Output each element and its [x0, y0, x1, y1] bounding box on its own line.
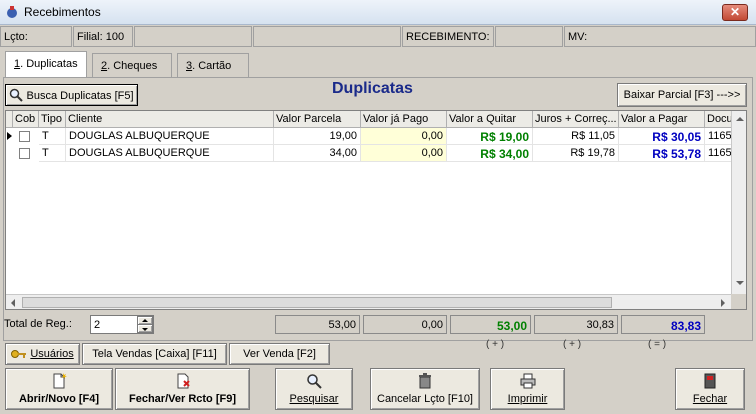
trash-icon [419, 373, 431, 389]
exit-door-icon [704, 373, 716, 389]
scroll-up-icon[interactable] [736, 117, 744, 121]
abrir-novo-button[interactable]: Abrir/Novo [F4] [5, 368, 113, 410]
scroll-left-icon[interactable] [11, 299, 15, 307]
column-header-juros[interactable]: Juros + Correç... [533, 111, 619, 128]
vertical-scrollbar[interactable] [731, 111, 746, 294]
column-header-cob[interactable]: Cob [13, 111, 39, 128]
cell-tipo: T [39, 128, 66, 145]
current-row-indicator-icon [7, 132, 12, 140]
cell-cliente: DOUGLAS ALBUQUERQUE [66, 128, 274, 145]
stepper-down-button[interactable] [137, 324, 153, 333]
sign-plus: ( + ) [486, 339, 505, 350]
total-registros-stepper[interactable]: 2 [90, 315, 154, 334]
abrir-novo-label: Abrir/Novo [F4] [18, 393, 100, 405]
total-registros-label: Total de Reg.: [4, 318, 72, 330]
cell-juros: R$ 11,05 [533, 128, 619, 145]
cell-valor-pagar: R$ 53,78 [619, 145, 705, 162]
printer-icon [520, 373, 535, 389]
scroll-right-icon[interactable] [721, 299, 725, 307]
busca-duplicatas-label: Busca Duplicatas [F5] [26, 90, 134, 102]
title-bar: Recebimentos ✕ [0, 0, 756, 25]
tab-label: . Cartão [192, 60, 232, 72]
pesquisar-label: Pesquisar [289, 393, 339, 405]
busca-duplicatas-button[interactable]: Busca Duplicatas [F5] [5, 84, 138, 106]
cell-valor-pagar: R$ 30,05 [619, 128, 705, 145]
tab-label: . Duplicatas [20, 58, 78, 70]
lcto-value-field [134, 26, 252, 47]
cell-tipo: T [39, 145, 66, 162]
pesquisar-button[interactable]: Pesquisar [275, 368, 353, 410]
lcto-label: Lçto: [0, 26, 72, 47]
fechar-ver-rcto-label: Fechar/Ver Rcto [F9] [129, 393, 236, 405]
total-valor-quitar: 53,00 [450, 315, 531, 334]
tab-cheques[interactable]: 2. Cheques [92, 53, 172, 77]
chevron-down-icon [142, 328, 148, 331]
chevron-up-icon [142, 319, 148, 322]
sign-equal: ( = ) [648, 339, 667, 350]
imprimir-button[interactable]: Imprimir [490, 368, 565, 410]
cell-valor-pago[interactable]: 0,00 [361, 128, 447, 145]
cell-valor-pago[interactable]: 0,00 [361, 145, 447, 162]
column-header-cliente[interactable]: Cliente [66, 111, 274, 128]
total-valor-pago: 0,00 [363, 315, 447, 334]
row-checkbox[interactable] [19, 131, 30, 142]
filial-label: Filial: 100 [73, 26, 133, 47]
column-header-valor-pagar[interactable]: Valor a Pagar [619, 111, 705, 128]
tela-vendas-button[interactable]: Tela Vendas [Caixa] [F11] [82, 343, 227, 365]
magnifier-icon [10, 88, 24, 102]
cell-cliente: DOUGLAS ALBUQUERQUE [66, 145, 274, 162]
info-bar: Lçto: Filial: 100 RECEBIMENTO: MV: [0, 26, 756, 48]
scrollbar-thumb[interactable] [22, 297, 612, 308]
cancelar-lcto-button[interactable]: Cancelar Lçto [F10] [370, 368, 480, 410]
header-indicator [6, 111, 13, 128]
column-header-valor-pago[interactable]: Valor já Pago [361, 111, 447, 128]
close-window-button[interactable]: ✕ [722, 4, 748, 21]
column-header-valor-parcela[interactable]: Valor Parcela [274, 111, 361, 128]
fechar-label: Fechar [692, 393, 728, 405]
usuarios-button[interactable]: Usuários [5, 343, 80, 365]
info-empty-field [253, 26, 401, 47]
app-icon [7, 6, 17, 18]
cell-juros: R$ 19,78 [533, 145, 619, 162]
table-row[interactable]: T DOUGLAS ALBUQUERQUE 19,00 0,00 R$ 19,0… [6, 128, 746, 145]
recebimento-value-field [495, 26, 563, 47]
fechar-ver-rcto-button[interactable]: Fechar/Ver Rcto [F9] [115, 368, 250, 410]
total-registros-value: 2 [94, 319, 101, 331]
mv-label: MV: [564, 26, 756, 47]
cell-valor-quitar: R$ 34,00 [447, 145, 533, 162]
cell-valor-parcela: 34,00 [274, 145, 361, 162]
scrollbar-corner [731, 294, 746, 309]
tab-duplicatas[interactable]: 1. Duplicatas [5, 51, 87, 78]
ver-venda-button[interactable]: Ver Venda [F2] [229, 343, 330, 365]
scroll-down-icon[interactable] [736, 281, 744, 285]
cell-valor-parcela: 19,00 [274, 128, 361, 145]
row-checkbox[interactable] [19, 148, 30, 159]
total-juros: 30,83 [534, 315, 618, 334]
sign-plus: ( + ) [563, 339, 582, 350]
cell-valor-quitar: R$ 19,00 [447, 128, 533, 145]
new-document-icon [53, 373, 67, 389]
column-header-tipo[interactable]: Tipo [39, 111, 66, 128]
panel-title: Duplicatas [332, 80, 413, 97]
imprimir-label: Imprimir [507, 393, 548, 405]
usuarios-label: Usuários [30, 348, 74, 360]
tab-label: . Cheques [107, 60, 158, 72]
total-valor-pagar: 83,83 [621, 315, 705, 334]
fechar-button[interactable]: Fechar [675, 368, 745, 410]
close-document-icon [177, 373, 190, 389]
baixar-parcial-button[interactable]: Baixar Parcial [F3] --->> [617, 83, 747, 107]
horizontal-scrollbar[interactable] [6, 294, 731, 309]
tab-cartao[interactable]: 3. Cartão [177, 53, 249, 77]
table-row[interactable]: T DOUGLAS ALBUQUERQUE 34,00 0,00 R$ 34,0… [6, 145, 746, 162]
recebimento-label: RECEBIMENTO: [402, 26, 494, 47]
column-header-valor-quitar[interactable]: Valor a Quitar [447, 111, 533, 128]
key-icon [11, 350, 27, 358]
duplicatas-grid[interactable]: Cob Tipo Cliente Valor Parcela Valor já … [5, 110, 747, 310]
window-title: Recebimentos [24, 5, 101, 19]
total-valor-parcela: 53,00 [275, 315, 360, 334]
search-icon [307, 374, 322, 389]
cancelar-lcto-label: Cancelar Lçto [F10] [377, 393, 473, 405]
